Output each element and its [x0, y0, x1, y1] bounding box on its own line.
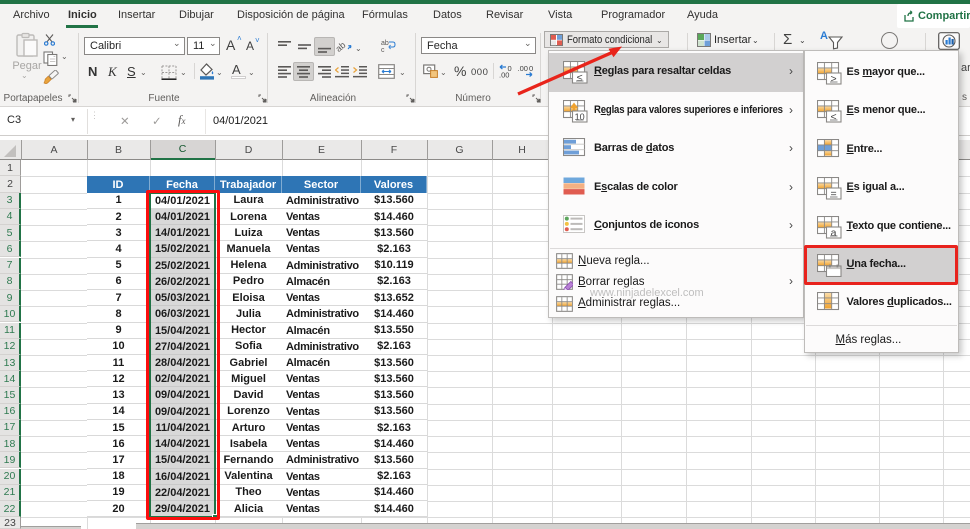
svg-text:ab: ab [381, 40, 389, 47]
svg-text:<: < [830, 111, 836, 123]
svg-text:a: a [830, 226, 836, 238]
svg-text:>: > [830, 73, 836, 85]
svg-text:c: c [381, 47, 385, 53]
svg-text:ab: ab [336, 40, 348, 54]
svg-text:=: = [830, 188, 836, 200]
